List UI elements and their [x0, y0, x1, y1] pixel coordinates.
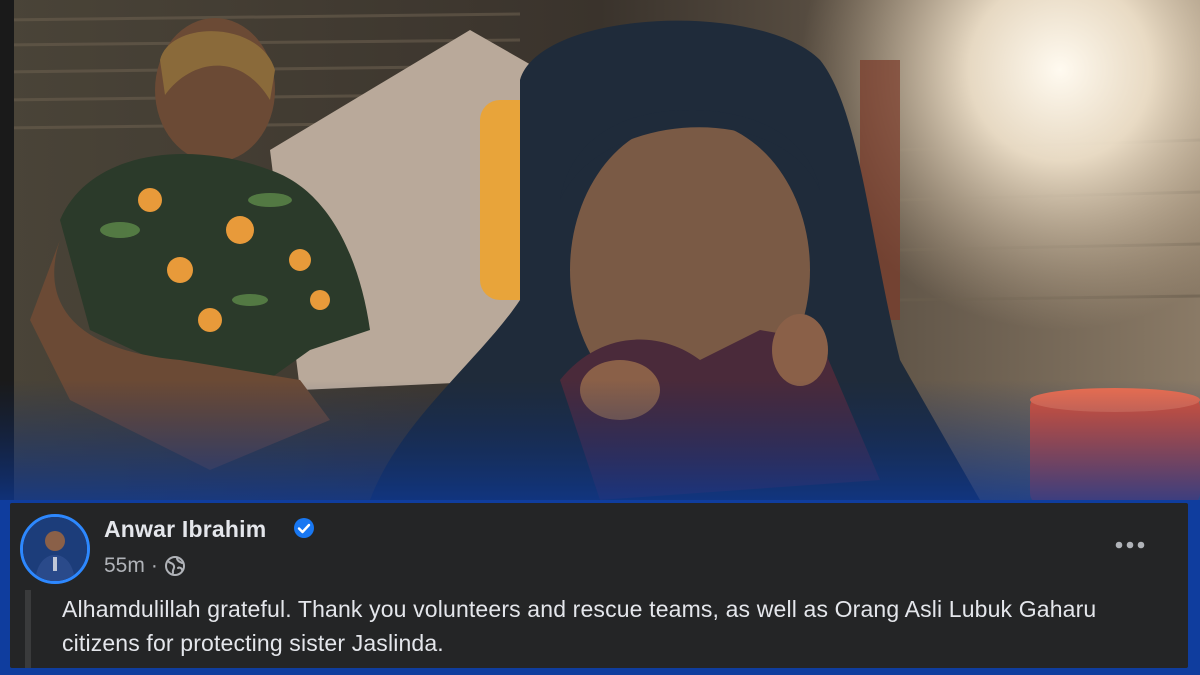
verified-badge-icon: [294, 518, 314, 538]
post-timestamp[interactable]: 55m: [104, 554, 145, 578]
meta-separator: ·: [150, 554, 158, 577]
post-text: Alhamdulillah grateful. Thank you volunt…: [62, 596, 1097, 656]
quote-bar: [25, 590, 31, 668]
author-avatar[interactable]: [20, 514, 90, 584]
post-meta: 55m ·: [104, 554, 186, 578]
more-options-button[interactable]: [1108, 532, 1152, 558]
avatar-image: [23, 517, 87, 581]
more-options-icon: [1115, 541, 1145, 549]
globe-icon[interactable]: [164, 555, 186, 577]
author-name[interactable]: Anwar Ibrahim: [104, 516, 266, 543]
